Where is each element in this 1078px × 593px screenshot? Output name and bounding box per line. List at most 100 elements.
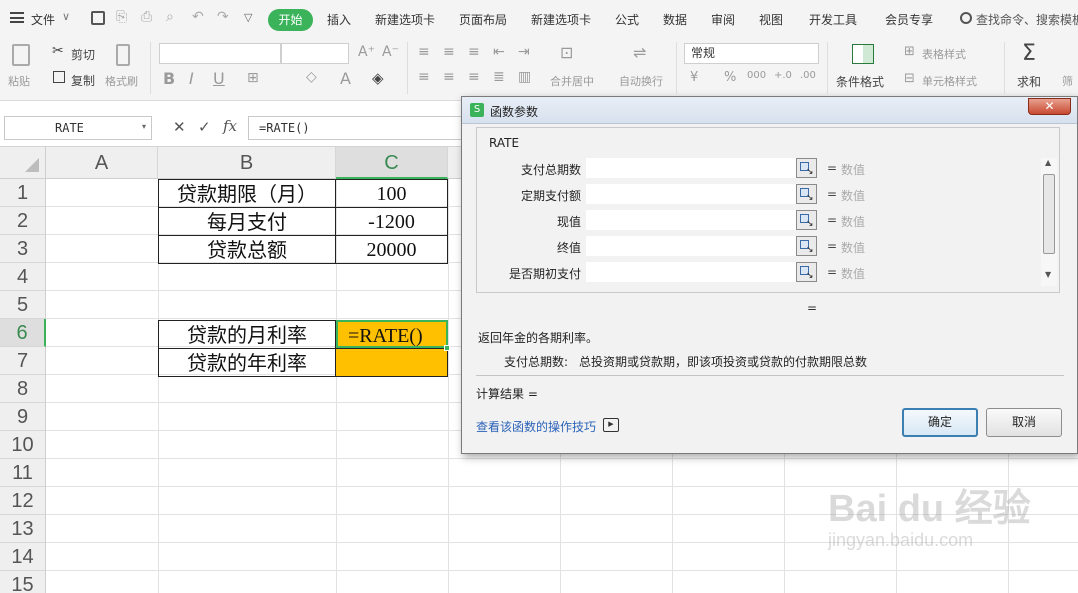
decrease-decimal-icon[interactable]: .00: [800, 70, 816, 81]
tab-new-1[interactable]: 新建选项卡: [375, 11, 435, 28]
formula-input[interactable]: =RATE(): [248, 116, 478, 140]
redo-icon[interactable]: ↷: [217, 9, 229, 25]
row-header-3[interactable]: 3: [0, 235, 46, 263]
arg-input-1[interactable]: [586, 184, 796, 204]
tab-new-2[interactable]: 新建选项卡: [531, 11, 591, 28]
cell-style-button[interactable]: 单元格样式: [922, 73, 977, 89]
scissors-icon[interactable]: ✂: [52, 43, 64, 59]
cell-c2[interactable]: -1200: [336, 207, 448, 235]
arg-input-3[interactable]: [586, 236, 796, 256]
search-command-input[interactable]: 查找命令、搜索模板: [976, 11, 1078, 28]
video-tips-icon[interactable]: ▶: [603, 418, 619, 432]
justify-icon[interactable]: ≣: [493, 69, 505, 85]
row-header-7[interactable]: 7: [0, 347, 46, 375]
copy-icon[interactable]: [53, 71, 65, 83]
clear-format-icon[interactable]: ◈: [372, 69, 384, 87]
hamburger-icon[interactable]: [10, 12, 24, 23]
range-select-icon[interactable]: ↘: [796, 210, 817, 230]
merge-center-icon[interactable]: ⊡: [560, 43, 573, 62]
cell-b7[interactable]: 贷款的年利率: [158, 348, 336, 377]
paste-icon[interactable]: [12, 44, 30, 66]
column-header-c[interactable]: C: [336, 147, 448, 179]
auto-wrap-icon[interactable]: ⇌: [633, 43, 646, 62]
confirm-icon[interactable]: ✓: [198, 118, 211, 136]
percent-icon[interactable]: %: [724, 70, 736, 85]
cell-b6[interactable]: 贷款的月利率: [158, 320, 336, 348]
cell-b2[interactable]: 每月支付: [158, 207, 336, 235]
sum-icon[interactable]: Σ: [1022, 41, 1036, 66]
row-header-14[interactable]: 14: [0, 543, 46, 571]
indent-decrease-icon[interactable]: ⇤: [493, 44, 505, 60]
file-menu[interactable]: 文件: [31, 11, 55, 28]
row-header-5[interactable]: 5: [0, 291, 46, 319]
font-color-icon[interactable]: A: [340, 69, 351, 88]
cell-c3[interactable]: 20000: [336, 235, 448, 264]
increase-decimal-icon[interactable]: +.0: [774, 70, 792, 81]
tab-page-layout[interactable]: 页面布局: [459, 11, 507, 28]
fill-handle[interactable]: [444, 345, 450, 351]
cell-c7[interactable]: [336, 348, 448, 377]
auto-wrap-button[interactable]: 自动换行: [619, 73, 663, 89]
search-icon[interactable]: [960, 12, 972, 24]
cut-button[interactable]: 剪切: [71, 46, 95, 63]
tab-review[interactable]: 审阅: [711, 11, 735, 28]
number-format-dropdown[interactable]: 常规: [684, 43, 819, 64]
tab-home[interactable]: 开始: [268, 9, 313, 31]
merge-center-button[interactable]: 合并居中: [550, 73, 594, 89]
row-header-9[interactable]: 9: [0, 403, 46, 431]
fx-icon[interactable]: fx: [223, 117, 237, 135]
indent-increase-icon[interactable]: ⇥: [518, 44, 530, 60]
row-header-6[interactable]: 6: [0, 319, 46, 347]
align-bottom-icon[interactable]: ≡: [468, 44, 480, 60]
preview-icon[interactable]: ⌕: [166, 9, 174, 25]
distributed-icon[interactable]: ▥: [518, 69, 531, 85]
align-left-icon[interactable]: ≡: [418, 69, 430, 85]
ok-button[interactable]: 确定: [902, 408, 978, 437]
filter-button[interactable]: 筛: [1062, 73, 1073, 89]
arg-input-0[interactable]: [586, 158, 796, 178]
close-icon[interactable]: ✕: [1028, 98, 1071, 115]
cell-b3[interactable]: 贷款总额: [158, 235, 336, 264]
tab-member[interactable]: 会员专享: [885, 11, 933, 28]
dialog-title-bar[interactable]: S 函数参数 ✕: [462, 97, 1077, 124]
save-icon[interactable]: [91, 11, 105, 25]
sum-button[interactable]: 求和: [1017, 73, 1041, 90]
italic-icon[interactable]: I: [189, 69, 194, 88]
column-header-b[interactable]: B: [158, 147, 336, 179]
print-icon[interactable]: ⎙: [141, 9, 152, 25]
function-tips-link[interactable]: 查看该函数的操作技巧: [476, 418, 596, 435]
row-header-8[interactable]: 8: [0, 375, 46, 403]
row-header-13[interactable]: 13: [0, 515, 46, 543]
copy-button[interactable]: 复制: [71, 72, 95, 89]
tab-insert[interactable]: 插入: [327, 11, 351, 28]
row-header-1[interactable]: 1: [0, 179, 46, 207]
tab-view[interactable]: 视图: [759, 11, 783, 28]
arg-input-4[interactable]: [586, 262, 796, 282]
tab-developer[interactable]: 开发工具: [809, 11, 857, 28]
chevron-down-icon[interactable]: ∨: [62, 10, 70, 23]
row-header-12[interactable]: 12: [0, 487, 46, 515]
column-header-a[interactable]: A: [46, 147, 158, 179]
underline-icon[interactable]: U: [213, 69, 225, 88]
export-icon[interactable]: ⎘: [116, 9, 127, 25]
tab-data[interactable]: 数据: [663, 11, 687, 28]
name-box[interactable]: RATE: [4, 116, 152, 140]
cell-b1[interactable]: 贷款期限（月）: [158, 179, 336, 207]
border-icon[interactable]: ⊞: [247, 70, 259, 86]
thousands-icon[interactable]: 000: [747, 70, 766, 81]
currency-icon[interactable]: ¥: [690, 70, 698, 85]
row-header-2[interactable]: 2: [0, 207, 46, 235]
select-all-corner[interactable]: [0, 147, 46, 179]
font-family-dropdown[interactable]: [159, 43, 281, 64]
align-middle-icon[interactable]: ≡: [443, 44, 455, 60]
format-painter-button[interactable]: 格式刷: [105, 73, 138, 89]
conditional-format-icon[interactable]: [852, 44, 874, 64]
fill-color-icon[interactable]: ◇: [306, 69, 317, 85]
range-select-icon[interactable]: ↘: [796, 158, 817, 178]
table-style-icon[interactable]: ⊞: [904, 44, 915, 59]
undo-icon[interactable]: ↶: [192, 9, 204, 25]
align-top-icon[interactable]: ≡: [418, 44, 430, 60]
cancel-button[interactable]: 取消: [986, 408, 1062, 437]
row-header-11[interactable]: 11: [0, 459, 46, 487]
format-painter-icon[interactable]: [116, 44, 130, 66]
